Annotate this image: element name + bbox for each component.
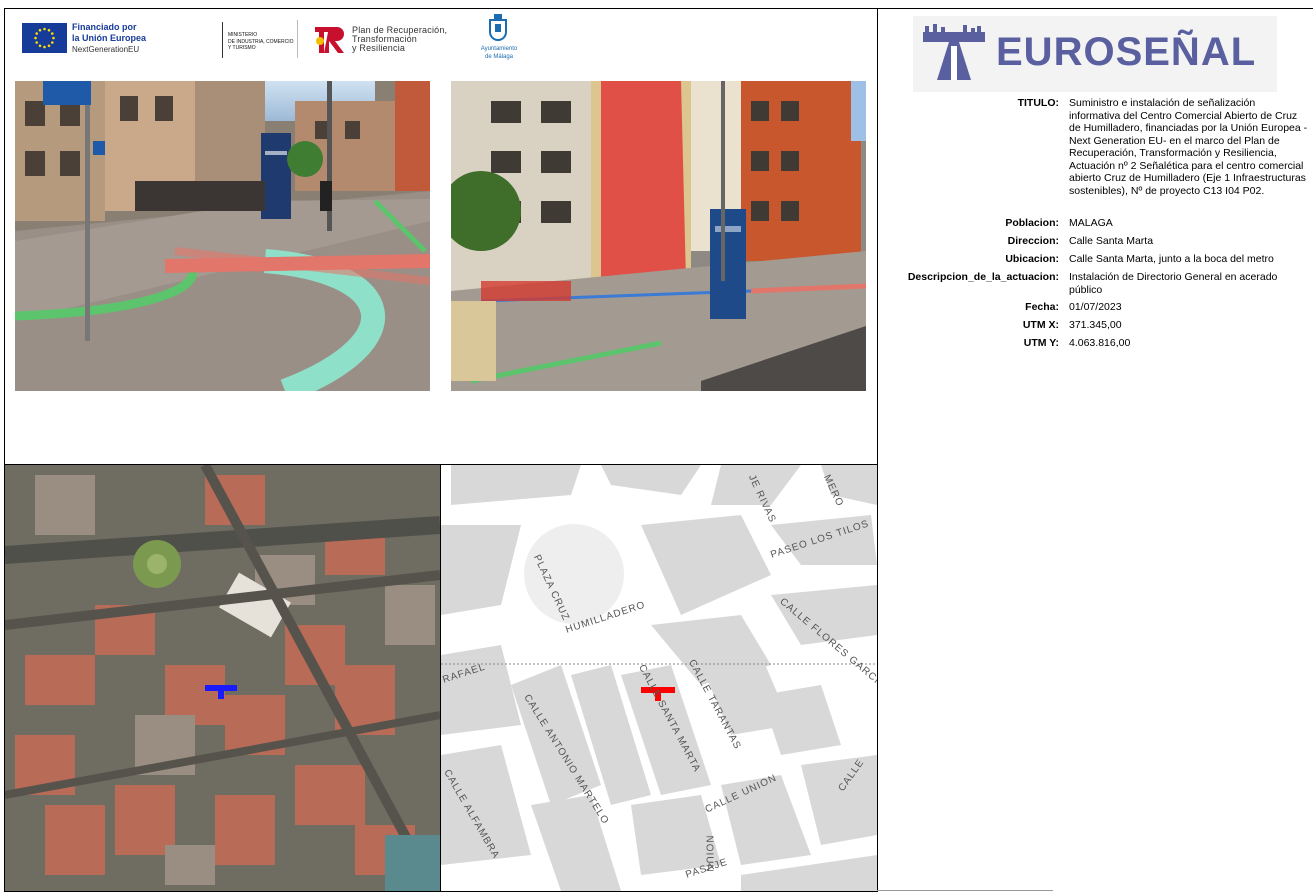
info-row-titulo: TITULO: Suministro e instalación de seña… [880,97,1310,217]
info-label: Descripcion_de_la_actuacion: [907,271,1059,283]
bottom-line [877,890,1053,891]
info-value: 371.345,00 [1069,319,1122,331]
info-value: Suministro e instalación de señalización… [1069,97,1308,197]
info-label: UTM Y: [1023,337,1059,349]
eu-flag-icon [22,23,67,53]
info-value: 4.063.816,00 [1069,337,1131,349]
info-label: UTM X: [1022,319,1059,331]
ministry-logo: MINISTERIO DE INDUSTRIA, COMERCIO Y TURI… [214,22,298,58]
prtr-logo-icon [315,27,347,53]
street-photo-2 [451,81,866,391]
info-label: Fecha: [1025,301,1059,313]
eu-funding-text: Financiado por la Unión Europea NextGene… [72,22,147,54]
info-label: Ubicacion: [1005,253,1059,265]
street-photo-1 [15,81,430,391]
street-map: PLAZA CRUZ HUMILLADERO PASEO LOS TILOS C… [441,465,877,891]
info-value: Calle Santa Marta, junto a la boca del m… [1069,253,1274,265]
info-label: Poblacion: [1005,217,1059,229]
logo-divider [297,20,298,58]
info-value: Calle Santa Marta [1069,235,1154,247]
malaga-text: Ayuntamiento de Málaga [480,46,518,60]
info-value: 01/07/2023 [1069,301,1122,313]
info-value: Instalación de Directorio General en ace… [1069,271,1278,296]
malaga-crest-icon [486,14,510,44]
eurosenal-brand-text: EUROSEÑAL [996,30,1257,74]
aerial-map [5,465,440,891]
info-value: MALAGA [1069,217,1113,229]
info-label: TITULO: [1017,97,1059,109]
prtr-text: Plan de Recuperación, Transformación y R… [352,25,448,53]
street-label: NOIUN [703,835,715,873]
info-label: Direccion: [1007,235,1059,247]
